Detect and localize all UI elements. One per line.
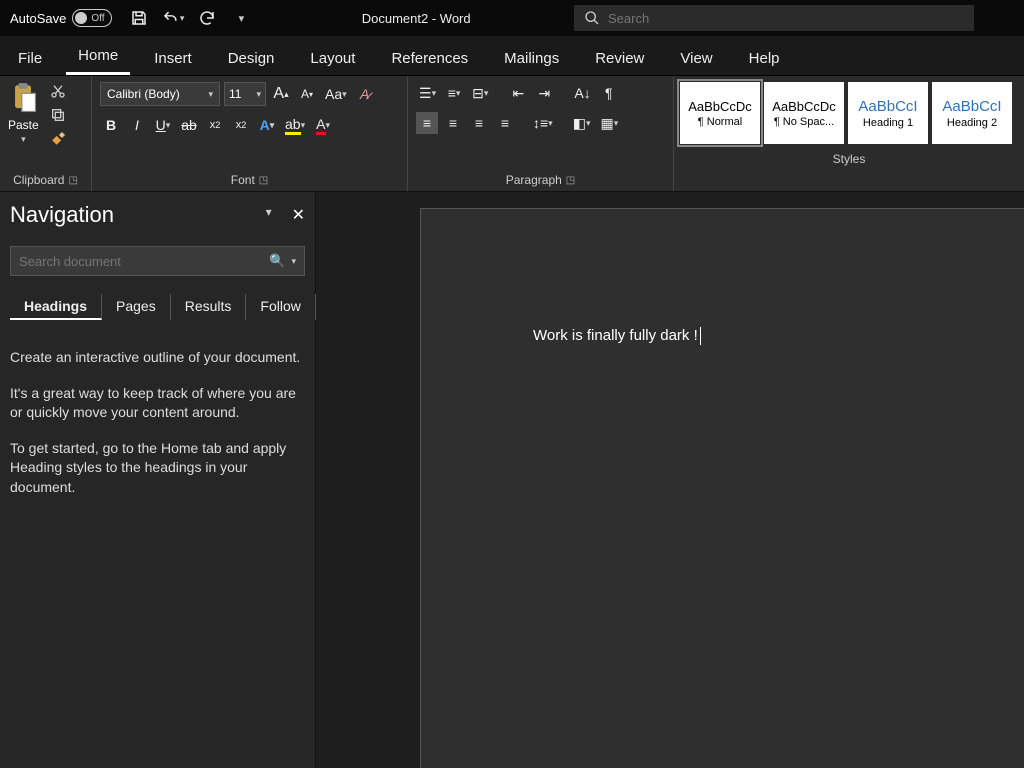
font-launcher-icon[interactable]: ◳ (259, 175, 268, 186)
tab-help[interactable]: Help (737, 42, 792, 75)
ribbon: Paste ▾ Clipboard◳ Calibri (Body)▾ 11 (0, 76, 1024, 192)
cut-icon[interactable] (49, 82, 67, 100)
customize-qat-icon[interactable]: ▾ (230, 7, 252, 29)
bullets-icon[interactable]: ☰▾ (416, 82, 439, 104)
toggle-icon: Off (72, 9, 112, 27)
style-heading-2[interactable]: AaBbCcI Heading 2 (932, 82, 1012, 144)
tab-home[interactable]: Home (66, 39, 130, 75)
sort-icon[interactable]: A↓ (571, 82, 593, 104)
nav-help-text: Create an interactive outline of your do… (10, 348, 305, 498)
line-spacing-icon[interactable]: ↕≡▾ (530, 112, 556, 134)
search-input[interactable] (608, 11, 964, 26)
clipboard-launcher-icon[interactable]: ◳ (68, 175, 77, 186)
tab-mailings[interactable]: Mailings (492, 42, 571, 75)
redo-icon[interactable] (196, 7, 218, 29)
format-painter-icon[interactable] (49, 130, 67, 148)
ribbon-tabs: File Home Insert Design Layout Reference… (0, 36, 1024, 76)
numbering-icon[interactable]: ≡▾ (443, 82, 465, 104)
paste-label: Paste (8, 118, 39, 132)
navigation-title: Navigation (10, 202, 114, 228)
nav-tab-results[interactable]: Results (171, 294, 247, 320)
nav-search[interactable]: 🔍 ▾ (10, 246, 305, 276)
tab-insert[interactable]: Insert (142, 42, 204, 75)
tell-me-search[interactable] (574, 5, 974, 31)
style-normal[interactable]: AaBbCcDc ¶ Normal (680, 82, 760, 144)
titlebar: AutoSave Off ▾ ▾ Document2 - Word (0, 0, 1024, 36)
clear-formatting-icon[interactable]: A̷ (354, 83, 376, 105)
align-left-icon[interactable]: ≡ (416, 112, 438, 134)
highlight-color-icon[interactable]: ab▾ (282, 114, 308, 136)
paste-button[interactable]: Paste ▾ (8, 82, 39, 145)
save-icon[interactable] (128, 7, 150, 29)
grow-font-icon[interactable]: A▴ (270, 83, 292, 105)
document-canvas[interactable]: Work is finally fully dark ! (316, 192, 1024, 768)
paragraph-group-label: Paragraph (506, 173, 562, 187)
text-effects-icon[interactable]: A▾ (256, 114, 278, 136)
tab-design[interactable]: Design (216, 42, 287, 75)
document-title: Document2 - Word (258, 11, 574, 26)
autosave-label: AutoSave (10, 11, 66, 26)
font-size-combo[interactable]: 11▾ (224, 82, 266, 106)
tab-file[interactable]: File (6, 42, 54, 75)
shrink-font-icon[interactable]: A▾ (296, 83, 318, 105)
italic-button[interactable]: I (126, 114, 148, 136)
clipboard-group-label: Clipboard (13, 173, 64, 187)
paragraph-launcher-icon[interactable]: ◳ (566, 175, 575, 186)
style-heading-1[interactable]: AaBbCcI Heading 1 (848, 82, 928, 144)
close-icon[interactable]: ✕ (292, 205, 305, 225)
nav-tab-headings[interactable]: Headings (10, 294, 102, 320)
multilevel-list-icon[interactable]: ⊟▾ (469, 82, 491, 104)
page[interactable]: Work is finally fully dark ! (420, 208, 1024, 768)
increase-indent-icon[interactable]: ⇥ (533, 82, 555, 104)
text-cursor-icon (700, 327, 701, 345)
font-group-label: Font (231, 173, 255, 187)
navigation-pane: Navigation ▾ ✕ 🔍 ▾ Headings Pages Result… (0, 192, 316, 768)
search-icon[interactable]: 🔍 (269, 253, 285, 269)
decrease-indent-icon[interactable]: ⇤ (507, 82, 529, 104)
copy-icon[interactable] (49, 106, 67, 124)
shading-icon[interactable]: ◧▾ (570, 112, 594, 134)
nav-options-icon[interactable]: ▾ (266, 205, 272, 225)
style-no-spacing[interactable]: AaBbCcDc ¶ No Spac... (764, 82, 844, 144)
subscript-button[interactable]: x2 (204, 114, 226, 136)
styles-gallery[interactable]: AaBbCcDc ¶ Normal AaBbCcDc ¶ No Spac... … (674, 76, 1024, 150)
strikethrough-button[interactable]: ab (178, 114, 200, 136)
font-color-icon[interactable]: A▾ (312, 114, 334, 136)
font-name-combo[interactable]: Calibri (Body)▾ (100, 82, 220, 106)
align-right-icon[interactable]: ≡ (468, 112, 490, 134)
search-icon (584, 10, 600, 26)
tab-view[interactable]: View (668, 42, 724, 75)
superscript-button[interactable]: x2 (230, 114, 252, 136)
tab-layout[interactable]: Layout (298, 42, 367, 75)
borders-icon[interactable]: ▦▾ (597, 112, 621, 134)
justify-icon[interactable]: ≡ (494, 112, 516, 134)
nav-search-input[interactable] (19, 254, 263, 269)
clipboard-icon (9, 82, 37, 116)
underline-button[interactable]: U▾ (152, 114, 174, 136)
styles-group-label: Styles (833, 152, 866, 166)
align-center-icon[interactable]: ≡ (442, 112, 464, 134)
bold-button[interactable]: B (100, 114, 122, 136)
nav-tabs: Headings Pages Results Follow › (10, 294, 305, 320)
nav-search-options-icon[interactable]: ▾ (291, 256, 296, 267)
tab-review[interactable]: Review (583, 42, 656, 75)
document-body-text[interactable]: Work is finally fully dark ! (533, 327, 701, 345)
autosave-toggle[interactable]: AutoSave Off (0, 9, 122, 27)
change-case-icon[interactable]: Aa▾ (322, 83, 350, 105)
nav-tab-pages[interactable]: Pages (102, 294, 171, 320)
undo-icon[interactable]: ▾ (162, 7, 184, 29)
tab-references[interactable]: References (379, 42, 480, 75)
show-marks-icon[interactable]: ¶ (598, 82, 620, 104)
nav-tab-follow[interactable]: Follow (246, 294, 315, 320)
